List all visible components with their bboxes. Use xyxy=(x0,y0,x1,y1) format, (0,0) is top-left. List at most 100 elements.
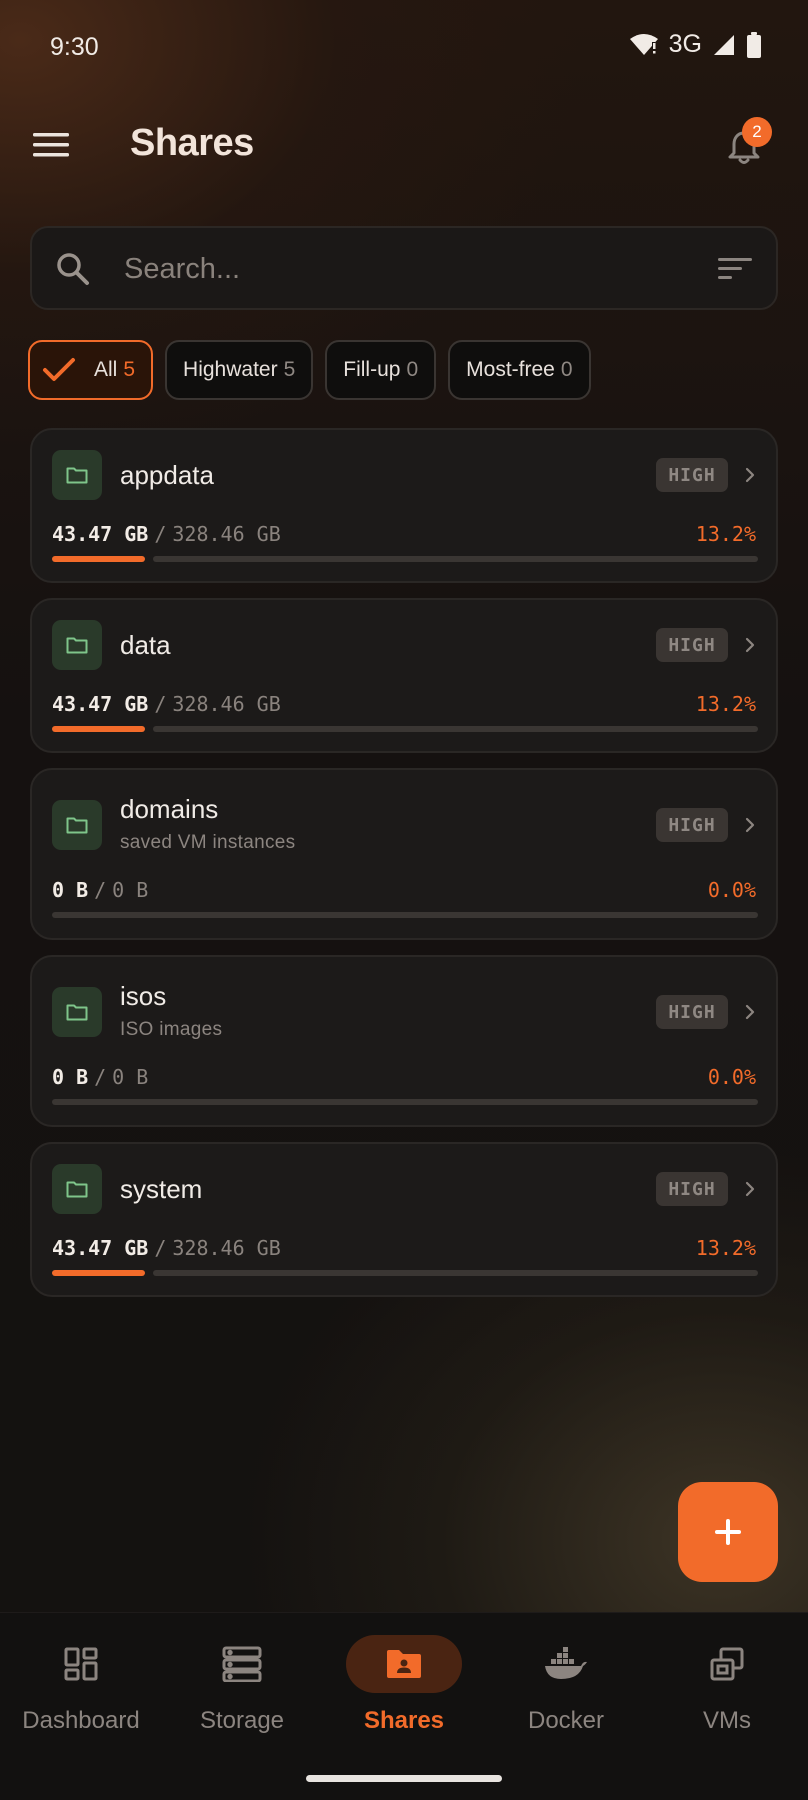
usage-text: 43.47 GB/328.46 GB xyxy=(52,522,281,546)
search-input[interactable] xyxy=(124,246,684,292)
plus-icon xyxy=(715,1519,741,1545)
vms-icon xyxy=(669,1635,785,1693)
allocation-badge: HIGH xyxy=(656,1172,728,1206)
nav-dashboard[interactable]: Dashboard xyxy=(0,1613,162,1753)
share-card-appdata[interactable]: appdata HIGH 43.47 GB/328.46 GB 13.2% xyxy=(30,428,778,583)
chip-fill-up[interactable]: Fill-up 0 xyxy=(325,340,437,400)
share-card-system[interactable]: system HIGH 43.47 GB/328.46 GB 13.2% xyxy=(30,1142,778,1297)
status-time: 9:30 xyxy=(50,33,99,61)
allocation-badge: HIGH xyxy=(656,458,728,492)
wifi-icon xyxy=(629,33,658,55)
chip-count: 5 xyxy=(283,358,296,381)
storage-icon xyxy=(184,1635,300,1693)
add-share-button[interactable] xyxy=(678,1482,778,1582)
nav-label: Dashboard xyxy=(22,1707,140,1734)
menu-icon xyxy=(33,133,69,157)
usage-percent: 13.2% xyxy=(695,692,756,716)
chip-label: Fill-up xyxy=(343,358,401,381)
share-card-isos[interactable]: isos ISO images HIGH 0 B/0 B 0.0% xyxy=(30,955,778,1127)
folder-icon xyxy=(52,450,102,500)
total-size: 0 B xyxy=(112,878,149,902)
share-name: domains xyxy=(120,794,219,824)
folder-icon xyxy=(52,1164,102,1214)
share-card-data[interactable]: data HIGH 43.47 GB/328.46 GB 13.2% xyxy=(30,598,778,753)
search-icon-wrap xyxy=(56,252,90,291)
share-name: appdata xyxy=(120,460,214,490)
used-size: 0 B xyxy=(52,1065,89,1089)
allocation-badge: HIGH xyxy=(656,628,728,662)
shares-folder-icon xyxy=(346,1635,462,1693)
usage-text: 43.47 GB/328.46 GB xyxy=(52,1236,281,1260)
usage-separator: / xyxy=(154,1236,167,1260)
usage-separator: / xyxy=(154,522,167,546)
nav-label: Shares xyxy=(363,1707,445,1734)
nav-label: Docker xyxy=(527,1707,605,1734)
chip-count: 0 xyxy=(560,358,573,381)
share-description: saved VM instances xyxy=(120,832,296,853)
used-size: 43.47 GB xyxy=(52,1236,149,1260)
check-icon xyxy=(42,357,76,383)
total-size: 0 B xyxy=(112,1065,149,1089)
usage-bar-fill xyxy=(52,1270,145,1276)
menu-button[interactable] xyxy=(26,120,76,170)
bottom-nav: Dashboard Storage Shares Docker VMs xyxy=(0,1612,808,1800)
folder-icon xyxy=(52,620,102,670)
page-title: Shares xyxy=(130,122,254,164)
chevron-right-icon xyxy=(740,463,760,487)
allocation-badge: HIGH xyxy=(656,808,728,842)
sort-icon xyxy=(718,258,752,279)
usage-separator: / xyxy=(94,1065,107,1089)
folder-icon xyxy=(52,987,102,1037)
usage-text: 0 B/0 B xyxy=(52,1065,148,1089)
allocation-badge: HIGH xyxy=(656,995,728,1029)
signal-icon xyxy=(714,34,734,55)
chip-most-free[interactable]: Most-free 0 xyxy=(448,340,591,400)
app-bar: Shares xyxy=(0,100,808,190)
search-icon xyxy=(57,253,89,285)
chip-highwater[interactable]: Highwater 5 xyxy=(165,340,314,400)
dashboard-icon xyxy=(23,1635,139,1693)
usage-separator: / xyxy=(94,878,107,902)
usage-bar-fill xyxy=(52,726,145,732)
usage-bar-track xyxy=(153,1270,758,1276)
usage-bar-track xyxy=(153,726,758,732)
nav-label: VMs xyxy=(703,1707,751,1734)
filter-chips: All 5 Highwater 5 Fill-up 0 Most-free 0 xyxy=(28,340,591,400)
chevron-right-icon xyxy=(740,633,760,657)
used-size: 0 B xyxy=(52,878,89,902)
usage-bar-track xyxy=(52,1099,758,1105)
used-size: 43.47 GB xyxy=(52,692,149,716)
battery-icon xyxy=(747,31,761,58)
usage-percent: 0.0% xyxy=(707,878,756,902)
chip-label: Highwater xyxy=(183,358,278,381)
nav-vms[interactable]: VMs xyxy=(646,1613,808,1753)
total-size: 328.46 GB xyxy=(172,522,281,546)
usage-text: 43.47 GB/328.46 GB xyxy=(52,692,281,716)
status-icons: 3G xyxy=(629,30,762,59)
total-size: 328.46 GB xyxy=(172,1236,281,1260)
usage-separator: / xyxy=(154,692,167,716)
chip-label: Most-free xyxy=(466,358,555,381)
usage-bar-track xyxy=(153,556,758,562)
network-type: 3G xyxy=(668,30,702,58)
search-bar[interactable] xyxy=(30,226,778,310)
notification-badge: 2 xyxy=(742,117,772,147)
share-name: data xyxy=(120,630,171,660)
chip-all[interactable]: All 5 xyxy=(28,340,154,400)
total-size: 328.46 GB xyxy=(172,692,281,716)
chip-count: 5 xyxy=(123,358,136,381)
chip-label: All xyxy=(94,358,118,381)
nav-docker[interactable]: Docker xyxy=(485,1613,647,1753)
home-indicator xyxy=(306,1775,502,1782)
chevron-right-icon xyxy=(740,1000,760,1024)
usage-text: 0 B/0 B xyxy=(52,878,148,902)
share-name: isos xyxy=(120,981,167,1011)
status-bar: 9:30 3G xyxy=(0,0,808,96)
share-card-domains[interactable]: domains saved VM instances HIGH 0 B/0 B … xyxy=(30,768,778,940)
usage-bar-track xyxy=(52,912,758,918)
share-name: system xyxy=(120,1174,203,1204)
nav-storage[interactable]: Storage xyxy=(161,1613,323,1753)
nav-shares[interactable]: Shares xyxy=(323,1613,485,1753)
sort-button[interactable] xyxy=(718,256,752,287)
nav-label: Storage xyxy=(199,1707,285,1734)
